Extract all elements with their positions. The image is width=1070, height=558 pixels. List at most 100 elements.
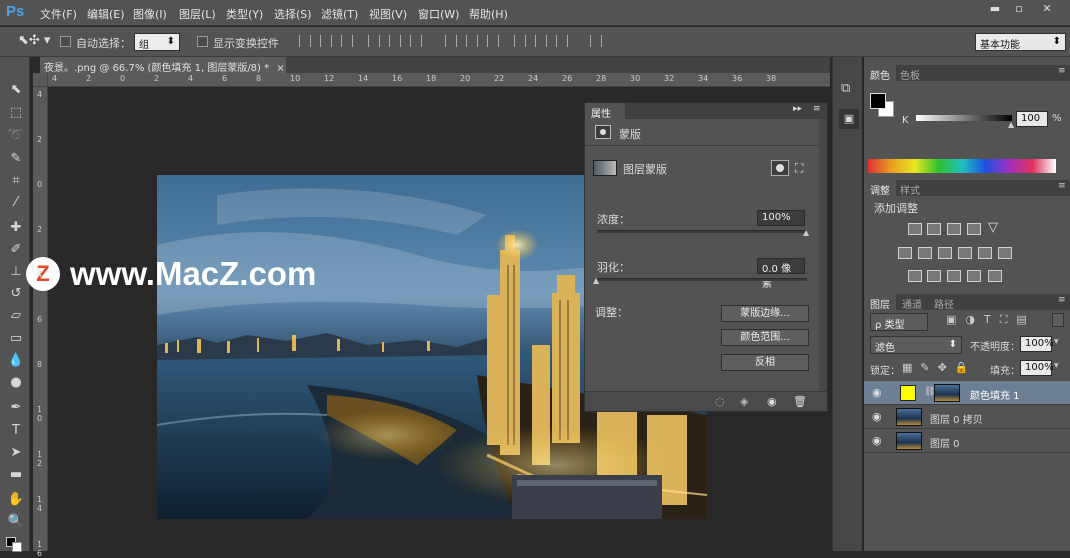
photo-filter-icon[interactable]: [958, 247, 972, 259]
k-value-input[interactable]: 100: [1016, 111, 1048, 127]
curves-icon[interactable]: [947, 223, 961, 235]
rectangle-tool-icon[interactable]: ▬: [7, 466, 25, 484]
align-right-icon[interactable]: [410, 35, 422, 47]
layer-filter-dropdown[interactable]: ρ 类型: [870, 313, 928, 331]
layer-name[interactable]: 颜色填充 1: [970, 387, 1020, 402]
hue-saturation-icon[interactable]: [898, 247, 912, 259]
distribute-right-icon[interactable]: [556, 35, 568, 47]
feather-slider-track[interactable]: [597, 278, 807, 281]
color-range-button[interactable]: 颜色范围...: [721, 329, 809, 346]
vibrance-icon[interactable]: ▽: [988, 220, 998, 235]
fill-input[interactable]: 100%: [1020, 360, 1054, 376]
posterize-icon[interactable]: [927, 270, 941, 282]
color-spectrum-bar[interactable]: [868, 159, 1056, 173]
layer-row-color-fill[interactable]: ◉ ⛓ 颜色填充 1: [864, 381, 1070, 405]
history-brush-tool-icon[interactable]: ↺: [7, 285, 25, 303]
move-tool-icon[interactable]: ⬉: [7, 81, 25, 99]
distribute-left-icon[interactable]: [514, 35, 526, 47]
load-selection-icon[interactable]: ◌: [715, 395, 725, 408]
properties-panel-icon[interactable]: ▣: [839, 109, 859, 129]
layer-color-swatch[interactable]: [900, 385, 916, 401]
tab-adjustments[interactable]: 调整: [864, 180, 896, 197]
feather-slider-thumb[interactable]: ▲: [593, 276, 599, 285]
threshold-icon[interactable]: [947, 270, 961, 282]
k-slider-track[interactable]: [916, 115, 1012, 121]
distribute-top-icon[interactable]: [445, 35, 457, 47]
dodge-tool-icon[interactable]: ●: [7, 374, 25, 392]
history-panel-icon[interactable]: ⧉: [841, 81, 850, 96]
menu-filter[interactable]: 滤镜(T): [321, 6, 358, 22]
properties-title-bar[interactable]: 属性 ▸▸ ≡: [585, 103, 827, 120]
collapse-panel-icon[interactable]: ▸▸: [793, 104, 802, 114]
pen-tool-icon[interactable]: ✒: [7, 399, 25, 417]
opacity-dropdown-icon[interactable]: ▾: [1054, 337, 1059, 347]
close-window-button[interactable]: ✕: [1036, 2, 1058, 16]
zoom-tool-icon[interactable]: 🔍: [7, 513, 25, 531]
lasso-tool-icon[interactable]: ➰: [7, 127, 25, 145]
minimize-button[interactable]: ▬: [984, 2, 1006, 16]
eye-icon[interactable]: ◉: [872, 434, 886, 447]
visibility-eye-icon[interactable]: ◉: [767, 395, 777, 408]
eye-icon[interactable]: ◉: [872, 386, 886, 399]
menu-view[interactable]: 视图(V): [369, 6, 407, 22]
add-vector-mask-icon[interactable]: ⛶: [795, 161, 803, 176]
k-slider-thumb[interactable]: ▲: [1008, 120, 1014, 129]
move-tool-preset-icon[interactable]: ⬉✣ ▾: [18, 33, 50, 48]
close-tab-icon[interactable]: ×: [276, 63, 284, 73]
feather-input[interactable]: 0.0 像素: [757, 258, 805, 290]
delete-mask-icon[interactable]: 🗑: [793, 395, 807, 408]
menu-file[interactable]: 文件(F): [40, 6, 77, 22]
filter-toggle[interactable]: [1052, 313, 1064, 327]
layer-row-base[interactable]: ◉ 图层 0: [864, 429, 1070, 453]
distribute-hcenter-icon[interactable]: [535, 35, 547, 47]
eyedropper-tool-icon[interactable]: ⁄: [7, 194, 25, 212]
panel-menu-icon[interactable]: ≡: [813, 104, 821, 114]
layer-mask-thumbnail[interactable]: [934, 384, 960, 402]
tab-channels[interactable]: 通道: [896, 294, 928, 311]
layer-name[interactable]: 图层 0: [930, 435, 960, 450]
align-hcenter-icon[interactable]: [389, 35, 401, 47]
hand-tool-icon[interactable]: ✋: [7, 491, 25, 509]
invert-adjust-icon[interactable]: [908, 270, 922, 282]
eye-icon[interactable]: ◉: [872, 410, 886, 423]
opacity-input[interactable]: 100%: [1020, 336, 1054, 352]
path-select-tool-icon[interactable]: ➤: [7, 444, 25, 462]
auto-select-checkbox[interactable]: [60, 36, 71, 47]
tab-styles[interactable]: 样式: [894, 180, 926, 197]
clone-stamp-tool-icon[interactable]: ⊥: [7, 263, 25, 281]
brightness-contrast-icon[interactable]: [908, 223, 922, 235]
ruler-origin[interactable]: [33, 73, 48, 87]
tab-swatches[interactable]: 色板: [894, 65, 926, 82]
black-white-icon[interactable]: [938, 247, 952, 259]
layer-thumbnail[interactable]: [896, 408, 922, 426]
channel-mixer-icon[interactable]: [978, 247, 992, 259]
color-lookup-icon[interactable]: [998, 247, 1012, 259]
tab-paths[interactable]: 路径: [928, 294, 960, 311]
gradient-tool-icon[interactable]: ▭: [7, 330, 25, 348]
properties-tab[interactable]: 属性: [585, 103, 625, 120]
menu-type[interactable]: 类型(Y): [226, 6, 263, 22]
blur-tool-icon[interactable]: 💧: [7, 352, 25, 370]
layer-row-copy[interactable]: ◉ 图层 0 拷贝: [864, 405, 1070, 429]
blend-mode-dropdown[interactable]: 滤色 ⬍: [870, 336, 962, 354]
gradient-map-icon[interactable]: [967, 270, 981, 282]
show-transform-checkbox[interactable]: [197, 36, 208, 47]
align-top-icon[interactable]: [299, 35, 311, 47]
density-input[interactable]: 100%: [757, 210, 805, 226]
exposure-icon[interactable]: [967, 223, 981, 235]
fill-dropdown-icon[interactable]: ▾: [1054, 361, 1059, 371]
distribute-bottom-icon[interactable]: [487, 35, 499, 47]
properties-scrollbar[interactable]: [819, 119, 827, 391]
layer-thumbnail[interactable]: [896, 432, 922, 450]
menu-edit[interactable]: 编辑(E): [87, 6, 125, 22]
healing-brush-tool-icon[interactable]: ✚: [7, 219, 25, 237]
color-balance-icon[interactable]: [918, 247, 932, 259]
invert-button[interactable]: 反相: [721, 354, 809, 371]
menu-layer[interactable]: 图层(L): [179, 6, 216, 22]
menu-image[interactable]: 图像(I): [133, 6, 167, 22]
menu-window[interactable]: 窗口(W): [418, 6, 459, 22]
mask-edge-button[interactable]: 蒙版边缘...: [721, 305, 809, 322]
panel-menu-icon[interactable]: ≡: [1058, 66, 1066, 76]
levels-icon[interactable]: [927, 223, 941, 235]
panel-menu-icon[interactable]: ≡: [1058, 181, 1066, 191]
